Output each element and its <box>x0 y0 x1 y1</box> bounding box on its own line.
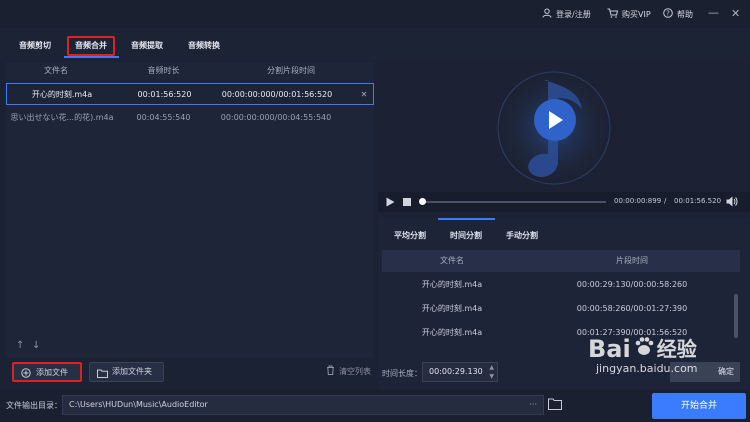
output-path-field[interactable]: C:\Users\HUDun\Music\AudioEditor ··· <box>62 395 544 415</box>
column-header-filename: 文件名 <box>440 256 464 265</box>
column-header-segment: 分割片段时间 <box>267 66 315 75</box>
start-merge-button[interactable]: 开始合并 <box>652 393 746 419</box>
output-path-value: C:\Users\HUDun\Music\AudioEditor <box>69 400 208 409</box>
help-link[interactable]: ? 帮助 <box>663 8 693 20</box>
baidu-watermark: Bai 经验 jingyan.baidu.com <box>588 334 698 376</box>
login-link[interactable]: 登录/注册 <box>542 8 591 20</box>
help-label: 帮助 <box>677 9 693 19</box>
file-segment: 00:00:00:000/00:01:56:520 <box>221 90 333 99</box>
split-table-scrollbar[interactable] <box>734 294 738 338</box>
move-down-icon[interactable]: ↓ <box>32 340 40 351</box>
browse-dots-button[interactable]: ··· <box>529 396 537 414</box>
tab-audio-merge[interactable]: 音频合并 <box>67 36 115 56</box>
user-icon <box>542 8 552 20</box>
move-up-icon[interactable]: ↑ <box>16 340 24 351</box>
trash-icon <box>326 365 335 377</box>
player-controls: 00:00:00:899 / 00:01:56.520 <box>378 192 750 212</box>
vip-label: 购买VIP <box>622 9 651 19</box>
plus-circle-icon <box>21 367 31 385</box>
main-tabs: 音频剪切 音频合并 音频提取 音频转换 <box>0 28 750 60</box>
file-duration: 00:04:55:540 <box>136 113 191 122</box>
split-row[interactable]: 开心的时刻.m4a 00:00:58:260/00:01:27:390 <box>382 297 740 321</box>
footer-bar: 文件输出目录： C:\Users\HUDun\Music\AudioEditor… <box>0 390 750 422</box>
tab-audio-cut[interactable]: 音频剪切 <box>10 36 60 56</box>
split-filename: 开心的时刻.m4a <box>421 280 483 289</box>
time-separator: / <box>664 197 667 205</box>
split-row[interactable]: 开心的时刻.m4a 00:00:29:130/00:00:58:260 <box>382 273 740 297</box>
title-bar: 登录/注册 购买VIP ? 帮助 — ✕ <box>0 0 750 28</box>
add-file-button[interactable]: 添加文件 <box>12 362 82 382</box>
file-segment: 00:00:00:000/00:04:55:540 <box>220 113 332 122</box>
tab-audio-convert[interactable]: 音频转换 <box>178 36 230 56</box>
file-row[interactable]: 思い出せない花...的花).m4a 00:04:55:540 00:00:00:… <box>6 107 374 129</box>
split-filename: 开心的时刻.m4a <box>421 328 483 337</box>
remove-file-icon[interactable]: ✕ <box>357 84 371 106</box>
volume-icon[interactable] <box>726 196 738 207</box>
paw-icon <box>633 335 655 362</box>
add-file-label: 添加文件 <box>36 368 68 377</box>
file-row[interactable]: 开心的时刻.m4a 00:01:56:520 00:00:00:000/00:0… <box>6 83 374 105</box>
progress-handle[interactable] <box>419 198 426 205</box>
close-button[interactable]: ✕ <box>731 7 740 20</box>
add-folder-label: 添加文件夹 <box>112 367 152 376</box>
add-folder-button[interactable]: 添加文件夹 <box>89 362 164 382</box>
buy-vip-link[interactable]: 购买VIP <box>607 8 651 20</box>
tab-manual-split[interactable]: 手动分割 <box>506 230 538 241</box>
split-segment: 00:00:29:130/00:00:58:260 <box>576 280 688 289</box>
stop-icon[interactable] <box>403 198 411 206</box>
tab-time-split[interactable]: 时间分割 <box>450 230 482 241</box>
total-time: 00:01:56.520 <box>674 197 722 205</box>
file-list-panel: 文件名 音频时长 分割片段时间 开心的时刻.m4a 00:01:56:520 0… <box>6 62 374 357</box>
split-filename: 开心的时刻.m4a <box>421 304 483 313</box>
svg-text:?: ? <box>666 10 670 18</box>
active-split-tab-indicator <box>438 218 495 220</box>
time-length-input[interactable]: 00:00:29.130 ▲ ▼ <box>422 362 498 382</box>
play-overlay-button[interactable] <box>534 99 576 141</box>
open-folder-icon[interactable] <box>548 398 562 410</box>
column-header-segment-time: 片段时间 <box>616 256 648 265</box>
split-table-header: 文件名 片段时间 <box>382 250 740 272</box>
active-tab-indicator <box>64 56 119 58</box>
current-time: 00:00:00:899 <box>614 197 662 205</box>
file-duration: 00:01:56:520 <box>137 90 192 99</box>
watermark-brand: Bai <box>588 334 631 363</box>
tab-audio-extract[interactable]: 音频提取 <box>122 36 172 56</box>
stepper-arrows-icon[interactable]: ▲ ▼ <box>489 363 494 381</box>
column-header-duration: 音频时长 <box>147 66 180 75</box>
file-actions: 添加文件 添加文件夹 清空列表 <box>0 357 376 387</box>
play-icon[interactable] <box>386 197 395 207</box>
clear-list-label: 清空列表 <box>339 366 371 376</box>
output-dir-label: 文件输出目录： <box>6 401 62 410</box>
play-icon <box>549 111 563 129</box>
progress-track[interactable] <box>420 201 606 203</box>
file-name: 思い出せない花...的花).m4a <box>10 113 114 122</box>
tab-average-split[interactable]: 平均分割 <box>394 230 426 241</box>
time-length-value: 00:00:29.130 <box>429 367 483 376</box>
preview-area <box>378 62 750 192</box>
clear-list-button[interactable]: 清空列表 <box>326 365 371 377</box>
minimize-button[interactable]: — <box>708 6 719 19</box>
cart-icon <box>607 8 619 20</box>
watermark-url: jingyan.baidu.com <box>596 362 698 375</box>
watermark-brand-cn: 经验 <box>656 336 697 361</box>
login-label: 登录/注册 <box>556 9 591 19</box>
split-segment: 00:00:58:260/00:01:27:390 <box>576 304 688 313</box>
folder-icon <box>97 367 108 385</box>
help-icon: ? <box>663 8 673 20</box>
column-header-filename: 文件名 <box>44 66 68 75</box>
time-length-label: 时间长度： <box>382 369 422 378</box>
file-name: 开心的时刻.m4a <box>31 90 93 99</box>
